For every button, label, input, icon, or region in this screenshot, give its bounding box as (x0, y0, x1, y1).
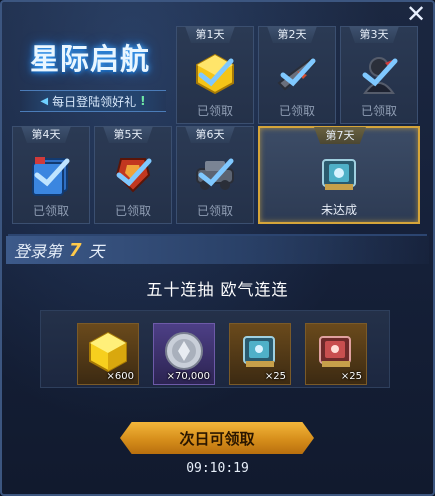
armor-icon (115, 158, 152, 193)
day-card-7[interactable]: 第7天 未达成 (258, 126, 420, 224)
reward-strip: ×600 ×70,000 ×25 ×25 (40, 310, 390, 388)
title-block: 星际启航 ◀ 每日登陆领好礼 ! (10, 36, 170, 116)
day-card-1[interactable]: 第1天 已领取 (176, 26, 254, 124)
day-status: 已领取 (196, 104, 233, 118)
day-tab: 第5天 (103, 126, 153, 143)
login-prefix: 登录第 (14, 242, 63, 261)
subtitle-banner: ◀ 每日登陆领好礼 ! (20, 90, 166, 112)
gold-cube-icon (196, 53, 234, 95)
day-card-3[interactable]: 第3天 已领取 (340, 26, 418, 124)
day-tab: 第2天 (267, 26, 317, 43)
page-title: 星际启航 (29, 42, 150, 76)
day-tab: 第7天 (314, 127, 366, 144)
reward-item-4[interactable]: ×25 (305, 323, 367, 385)
info-icon: ! (140, 94, 146, 108)
reward-item-1[interactable]: ×600 (77, 323, 139, 385)
day-card-2[interactable]: 第2天 已领取 (258, 26, 336, 124)
day-status: 已领取 (32, 204, 69, 218)
day-tab: 第1天 (185, 26, 235, 43)
red-ticket-icon (319, 336, 351, 367)
reward-count: ×25 (340, 371, 362, 382)
day-status: 已领取 (196, 204, 233, 218)
card-pack-icon (32, 157, 70, 196)
countdown-timer: 09:10:19 (186, 461, 249, 476)
login-day-number: 7 (69, 239, 82, 261)
day-status: 已领取 (278, 104, 315, 118)
blue-ticket-icon (243, 336, 275, 367)
login-suffix: 天 (88, 242, 105, 261)
day-status: 已领取 (360, 104, 397, 118)
arrow-left-icon: ◀ (40, 95, 49, 107)
weapon-icon (277, 57, 317, 91)
reward-count: ×600 (106, 371, 134, 382)
reward-title: 五十连抽 欧气连连 (146, 280, 289, 299)
day-card-4[interactable]: 第4天 已领取 (12, 126, 90, 224)
close-button[interactable]: ✕ (403, 2, 429, 28)
day-card-6[interactable]: 第6天 已领取 (176, 126, 254, 224)
daily-login-panel: ✕ 星际启航 ◀ 每日登陆领好礼 ! 第1天 已领取 第2天 已领取 第3天 已… (0, 0, 435, 496)
day-status: 未达成 (320, 203, 357, 217)
reward-item-2[interactable]: ×70,000 (153, 323, 215, 385)
vehicle-icon (196, 158, 234, 190)
ticket-icon (322, 159, 356, 190)
silver-coin-icon (165, 332, 203, 370)
day-card-5[interactable]: 第5天 已领取 (94, 126, 172, 224)
day-tab: 第4天 (21, 126, 71, 143)
gold-cube-icon (89, 331, 127, 373)
subtitle-text: 每日登陆领好礼 (52, 94, 137, 109)
login-day-header: 登录第 7 天 (6, 236, 429, 264)
day-tab: 第6天 (185, 126, 235, 143)
claim-next-day-button[interactable]: 次日可领取 (120, 422, 314, 454)
character-icon (362, 57, 398, 94)
day-status: 已领取 (114, 204, 151, 218)
reward-count: ×70,000 (166, 371, 210, 382)
reward-item-3[interactable]: ×25 (229, 323, 291, 385)
day-tab: 第3天 (349, 26, 399, 43)
reward-count: ×25 (264, 371, 286, 382)
